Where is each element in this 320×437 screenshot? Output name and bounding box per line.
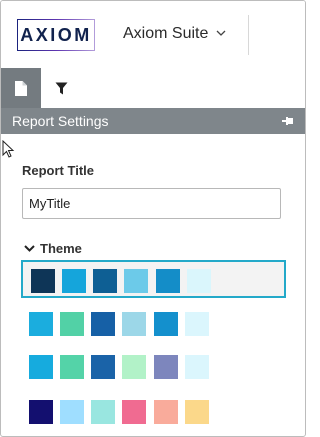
theme-section-toggle[interactable]: Theme [23, 241, 82, 256]
document-icon [15, 80, 27, 96]
theme-label: Theme [40, 241, 82, 256]
color-swatch [29, 355, 53, 379]
color-swatch [156, 269, 180, 293]
color-swatch [29, 312, 53, 336]
topbar-divider [248, 15, 249, 55]
tab-filter[interactable] [41, 68, 81, 108]
panel-header: Report Settings [1, 108, 305, 134]
color-swatch [93, 269, 117, 293]
color-swatch [185, 312, 209, 336]
color-swatch [60, 312, 84, 336]
chevron-down-icon[interactable] [214, 26, 228, 40]
color-swatch [91, 400, 115, 424]
report-settings-window: AXIOM Axiom Suite Report Settings Report… [0, 0, 306, 437]
tab-bar [1, 68, 305, 108]
color-swatch [31, 269, 55, 293]
report-title-label: Report Title [22, 163, 94, 178]
color-swatch [122, 355, 146, 379]
color-swatch [62, 269, 86, 293]
axiom-logo[interactable]: AXIOM [17, 19, 95, 51]
color-swatch [60, 355, 84, 379]
color-swatch [60, 400, 84, 424]
color-swatch [187, 269, 211, 293]
panel-title: Report Settings [12, 113, 109, 129]
color-swatch [154, 312, 178, 336]
chevron-down-icon [24, 245, 35, 252]
theme-palette-1[interactable] [21, 260, 286, 298]
color-swatch [185, 400, 209, 424]
pin-icon[interactable] [282, 116, 294, 126]
app-switcher-label[interactable]: Axiom Suite [123, 25, 208, 43]
color-swatch [154, 355, 178, 379]
theme-palette-3[interactable] [21, 348, 286, 386]
logo-text: AXIOM [20, 24, 92, 45]
filter-icon [55, 82, 67, 94]
color-swatch [122, 400, 146, 424]
color-swatch [154, 400, 178, 424]
theme-palette-2[interactable] [21, 305, 286, 343]
color-swatch [124, 269, 148, 293]
report-title-input[interactable] [22, 188, 281, 219]
tab-document[interactable] [1, 68, 41, 108]
color-swatch [91, 312, 115, 336]
color-swatch [185, 355, 209, 379]
color-swatch [29, 400, 53, 424]
color-swatch [91, 355, 115, 379]
theme-palette-4[interactable] [21, 393, 286, 431]
top-bar: AXIOM Axiom Suite [1, 1, 305, 68]
mouse-cursor-icon [2, 140, 15, 158]
color-swatch [122, 312, 146, 336]
